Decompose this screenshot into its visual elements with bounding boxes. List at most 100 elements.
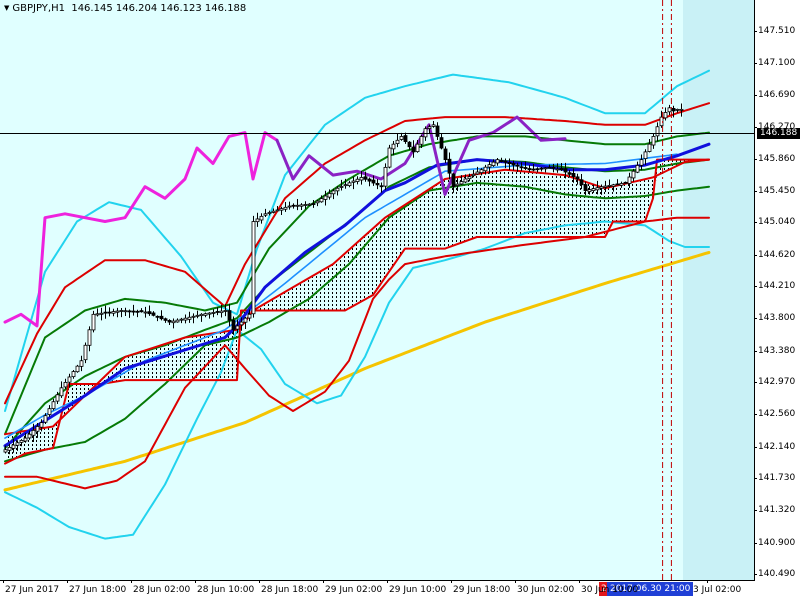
price-tick-label: 147.510: [758, 26, 796, 37]
candle-body-bull: [663, 112, 668, 119]
time-tick-mark: [3, 580, 4, 583]
candle-body-bull: [255, 218, 260, 223]
price-tick-mark: [754, 382, 757, 384]
candle-body-bull: [679, 108, 684, 111]
chart-toggle-icon[interactable]: ▼: [4, 4, 9, 12]
price-tick-label: 146.690: [758, 89, 796, 100]
candle-body-bear: [531, 168, 536, 171]
price-axis[interactable]: 147.510147.100146.690146.270145.860145.4…: [754, 0, 800, 580]
candle-body-bull: [495, 159, 500, 164]
price-chart[interactable]: [0, 0, 800, 600]
candle-body-bull: [263, 213, 268, 216]
candle-body-bull: [603, 185, 608, 188]
candle-body-bull: [431, 124, 436, 127]
candle-body-bear: [103, 311, 108, 314]
candle-body-bull: [295, 204, 300, 207]
candle-body-bull: [3, 449, 8, 453]
candle-body-bull: [415, 143, 420, 153]
candle-body-bear: [539, 167, 544, 170]
candle-body-bear: [363, 176, 368, 180]
price-tick-mark: [754, 574, 757, 576]
price-tick-label: 143.800: [758, 313, 796, 324]
time-axis[interactable]: 2 2017.06.30 21:00 27 Jun 2017 27 Jun 18:…: [0, 580, 800, 600]
candle-body-bull: [123, 310, 128, 313]
candle-body-bear: [515, 164, 520, 167]
candle-body-bull: [599, 186, 604, 189]
time-tick-label: 29 Jun 18:00: [453, 585, 511, 595]
candle-body-bull: [459, 181, 464, 185]
candle-body-bull: [639, 159, 644, 166]
candle-body-bull: [635, 165, 640, 173]
candle-body-bull: [387, 147, 392, 168]
candle-body-bull: [31, 429, 36, 436]
candle: [91, 310, 96, 333]
candle-body-bear: [579, 179, 584, 186]
candle-body-bull: [471, 173, 476, 177]
candle-body-bear: [155, 315, 160, 318]
candle-body-bull: [287, 205, 292, 208]
candle-body-bear: [147, 311, 152, 315]
candle-body-bull: [243, 317, 248, 323]
candle: [387, 144, 392, 169]
time-tick-label: 28 Jun 18:00: [261, 585, 319, 595]
candle-body-bull: [19, 440, 24, 443]
price-tick-mark: [754, 62, 757, 64]
candle-body-bear: [407, 141, 412, 148]
symbol-header: ▼ GBPJPY,H1 146.145 146.204 146.123 146.1…: [4, 3, 246, 14]
candle-body-bear: [583, 184, 588, 191]
price-tick-mark: [754, 190, 757, 192]
candle-body-bull: [43, 415, 48, 423]
candle: [75, 364, 80, 373]
time-tick-mark: [195, 580, 196, 583]
candle-body-bull: [111, 311, 116, 314]
candle-body-bull: [347, 182, 352, 187]
candle-body-bull: [75, 365, 80, 373]
price-tick-mark: [754, 94, 757, 96]
candle-body-bear: [231, 319, 236, 331]
candle-body-bull: [175, 319, 180, 323]
price-tick-label: 144.210: [758, 281, 796, 292]
current-price-label: 146.188: [757, 127, 800, 139]
price-tick-label: 145.040: [758, 217, 796, 228]
candle-body-bull: [63, 382, 68, 388]
price-tick-mark: [754, 158, 757, 160]
price-tick-label: 143.380: [758, 345, 796, 356]
candle-body-bull: [351, 180, 356, 183]
candle-body-bull: [51, 401, 56, 409]
candle-body-bull: [15, 442, 20, 446]
candle-body-bull: [631, 170, 636, 179]
candle-body-bear: [563, 168, 568, 173]
time-tick-mark: [707, 580, 708, 583]
price-tick-label: 147.100: [758, 57, 796, 68]
candle-body-bear: [151, 312, 156, 316]
candle-body-bear: [107, 311, 112, 314]
time-tick-mark: [515, 580, 516, 583]
candle-body-bear: [511, 162, 516, 166]
price-tick-mark: [754, 510, 757, 512]
time-tick-mark: [451, 580, 452, 583]
candle-body-bull: [307, 203, 312, 206]
candle-body-bull: [99, 312, 104, 315]
price-tick-label: 142.140: [758, 441, 796, 452]
candle-body-bear: [671, 107, 676, 112]
price-tick-label: 141.730: [758, 473, 796, 484]
candle-body-bull: [595, 187, 600, 191]
candle-body-bear: [167, 320, 172, 323]
candle-body-bull: [83, 344, 88, 361]
candle-body-bull: [423, 128, 428, 138]
candle-body-bear: [227, 310, 232, 321]
candle-body-bear: [527, 168, 532, 171]
candle-body-bull: [71, 371, 76, 378]
price-tick-label: 142.970: [758, 377, 796, 388]
candle-body-bull: [591, 188, 596, 191]
candle-body-bull: [115, 310, 120, 313]
price-tick-mark: [754, 478, 757, 480]
price-tick-mark: [754, 446, 757, 448]
time-tick-label: 29 Jun 10:00: [389, 585, 447, 595]
candle-body-bull: [395, 139, 400, 144]
candle-body-bull: [455, 183, 460, 186]
candle-body-bear: [519, 166, 524, 169]
candle-body-bull: [195, 314, 200, 317]
candle-body-bull: [427, 126, 432, 129]
candle-body-bull: [171, 320, 176, 324]
